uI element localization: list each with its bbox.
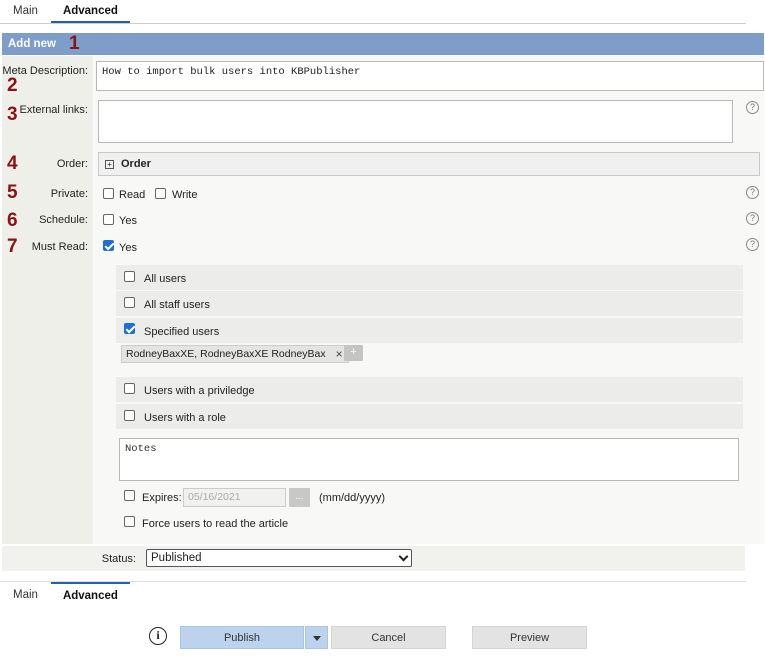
expand-icon: +: [105, 159, 114, 169]
article-editor-page: Main Advanced Add new 1 2 3 4 5 6 7 8 Me…: [0, 0, 765, 663]
label-column: [2, 56, 93, 544]
schedule-label: Schedule:: [39, 214, 88, 226]
chevron-down-icon: [398, 551, 409, 562]
expires-label: Expires:: [142, 492, 182, 504]
privilege-checkbox[interactable]: [124, 383, 135, 394]
must-read-yes-label: Yes: [119, 242, 137, 254]
cancel-button[interactable]: Cancel: [331, 626, 446, 649]
date-format-hint: (mm/dd/yyyy): [319, 492, 385, 504]
private-write-label: Write: [172, 189, 198, 201]
all-staff-label: All staff users: [144, 299, 210, 311]
add-user-button[interactable]: +: [344, 345, 363, 361]
expires-date-input[interactable]: 05/16/2021: [183, 488, 286, 507]
specified-users-label: Specified users: [144, 326, 220, 338]
meta-description-input[interactable]: How to import bulk users into KBPublishe…: [96, 61, 764, 91]
privilege-label: Users with a priviledge: [144, 385, 255, 397]
external-links-label: External links:: [19, 104, 88, 116]
remove-tag-icon[interactable]: ×: [336, 346, 343, 362]
tab-main[interactable]: Main: [0, 582, 51, 607]
option-row-all-users: [116, 265, 743, 290]
help-icon[interactable]: ?: [746, 101, 759, 114]
order-section-title: Order: [121, 158, 151, 170]
help-icon[interactable]: ?: [746, 186, 759, 199]
must-read-checkbox[interactable]: [103, 240, 114, 251]
tab-main[interactable]: Main: [0, 0, 51, 23]
meta-description-label: Meta Description:: [2, 65, 88, 77]
all-users-label: All users: [144, 273, 187, 285]
info-icon[interactable]: i: [149, 627, 167, 645]
caret-down-icon: [313, 636, 321, 641]
publish-options-dropdown[interactable]: [305, 626, 328, 649]
tab-advanced[interactable]: Advanced: [50, 0, 130, 23]
date-picker-button[interactable]: ...: [289, 488, 310, 507]
help-icon[interactable]: ?: [746, 238, 759, 251]
all-staff-checkbox[interactable]: [124, 297, 135, 308]
private-read-checkbox[interactable]: [103, 188, 114, 199]
tab-bar-top: Main Advanced: [0, 0, 746, 24]
option-row-all-staff: [116, 291, 743, 316]
section-header: Add new: [2, 33, 764, 55]
publish-button[interactable]: Publish: [180, 626, 304, 649]
expires-checkbox[interactable]: [124, 490, 135, 501]
status-select[interactable]: Published: [146, 549, 412, 567]
external-links-input[interactable]: [98, 100, 733, 143]
role-label: Users with a role: [144, 412, 226, 424]
status-value: Published: [151, 552, 202, 564]
status-label: Status:: [101, 553, 136, 565]
callout-marker-1: 1: [69, 33, 80, 54]
notes-input[interactable]: Notes: [119, 438, 739, 481]
tab-advanced[interactable]: Advanced: [50, 582, 130, 607]
private-write-checkbox[interactable]: [155, 188, 166, 199]
private-read-label: Read: [119, 189, 146, 201]
tab-bar-bottom: Main Advanced: [0, 581, 746, 607]
specified-users-tag: RodneyBaxXE, RodneyBaxXE RodneyBax ×: [121, 345, 349, 363]
order-label: Order:: [56, 158, 88, 170]
force-read-checkbox[interactable]: [124, 516, 135, 527]
help-icon[interactable]: ?: [746, 212, 759, 225]
preview-button[interactable]: Preview: [472, 626, 587, 649]
role-checkbox[interactable]: [124, 410, 135, 421]
tag-text: RodneyBaxXE, RodneyBaxXE RodneyBax: [126, 348, 326, 360]
must-read-label: Must Read:: [31, 241, 88, 253]
order-section-toggle[interactable]: + Order: [98, 152, 760, 176]
specified-users-checkbox[interactable]: [124, 323, 135, 334]
private-label: Private:: [50, 188, 88, 200]
force-read-label: Force users to read the article: [142, 518, 289, 530]
schedule-checkbox[interactable]: [103, 214, 114, 225]
callout-marker-2: 2: [7, 75, 18, 96]
schedule-yes-label: Yes: [119, 215, 137, 227]
all-users-checkbox[interactable]: [124, 271, 135, 282]
